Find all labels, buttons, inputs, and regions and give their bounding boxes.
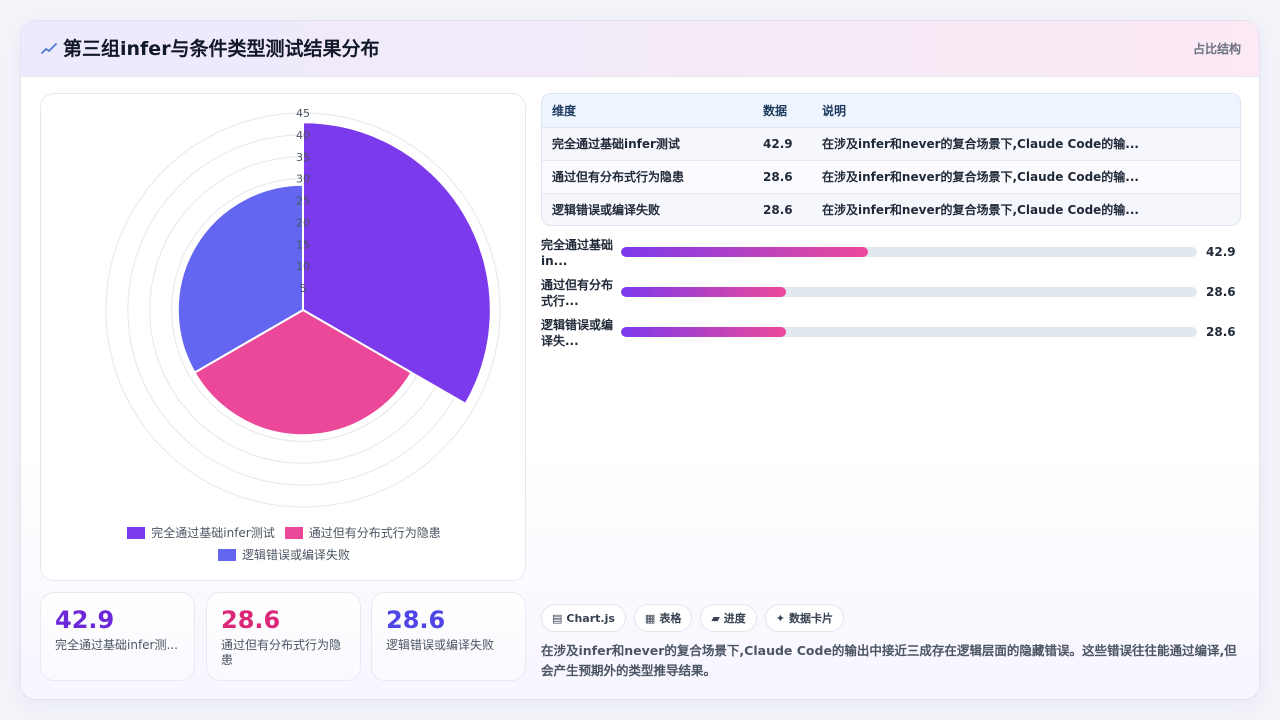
polar-chart-panel: 5 10 15 20 25 30 35 40 45 完全通过基础infer测试 通过但有分布式行… — [40, 93, 526, 581]
section-tag: 占比结构 — [1192, 42, 1241, 56]
polar-slices — [176, 121, 492, 437]
table-icon: ▦ — [644, 611, 656, 625]
chip-progress[interactable]: ▰ 进度 — [700, 604, 757, 632]
legend-item-passed[interactable]: 完全通过基础infer测试 — [127, 522, 275, 544]
stat-value: 28.6 — [221, 606, 281, 634]
table-cell-description: 在涉及infer和never的复合场景下,Claude Code的输... — [812, 160, 1240, 194]
polar-tick-label: 35 — [296, 151, 310, 164]
stat-value: 28.6 — [386, 606, 446, 634]
table-row: 逻辑错误或编译失败 28.6 在涉及infer和never的复合场景下,Clau… — [542, 193, 1240, 225]
progress-fill — [621, 247, 869, 257]
progress-label: 逻辑错误或编 译失... — [541, 318, 614, 348]
legend-label: 通过但有分布式行为隐患 — [308, 526, 441, 540]
table-cell-name: 完全通过基础infer测试 — [542, 127, 753, 161]
progress-fill — [621, 287, 786, 297]
progress-row: 逻辑错误或编 译失... 28.6 — [541, 317, 1241, 349]
chip-label: 进度 — [723, 612, 746, 625]
data-table: 维度 数据 说明 完全通过基础infer测试 42.9 在涉及infer和nev… — [542, 94, 1240, 225]
trend-line-icon — [41, 43, 57, 54]
chip-label: 表格 — [659, 612, 682, 625]
sparkle-icon: ✦ — [775, 611, 786, 625]
chip-table[interactable]: ▦ 表格 — [633, 604, 693, 632]
polar-tick-label: 5 — [300, 282, 307, 295]
legend-label: 完全通过基础infer测试 — [151, 526, 275, 540]
table-cell-description: 在涉及infer和never的复合场景下,Claude Code的输... — [812, 127, 1240, 161]
polar-tick-label: 15 — [296, 238, 310, 251]
progress-row: 完全通过基础 in... 42.9 — [541, 237, 1241, 269]
table-cell-value: 42.9 — [753, 127, 812, 161]
table-row: 完全通过基础infer测试 42.9 在涉及infer和never的复合场景下,… — [542, 127, 1240, 161]
stat-card-hazard: 28.6 通过但有分布式行为隐患 — [206, 592, 361, 681]
page-title: 第三组infer与条件类型测试结果分布 — [63, 38, 380, 60]
stat-card-passed: 42.9 完全通过基础infer测... — [40, 592, 195, 681]
stat-label: 逻辑错误或编译失败 — [386, 638, 495, 652]
progress-fill — [621, 327, 786, 337]
polar-tick-label: 30 — [296, 173, 310, 186]
progress-track — [621, 287, 1197, 297]
progress-label: 通过但有分布 式行... — [541, 278, 614, 308]
legend-item-failed[interactable]: 逻辑错误或编译失败 — [217, 544, 350, 566]
polar-tick-label: 20 — [296, 216, 310, 229]
legend-row-1: 完全通过基础infer测试 通过但有分布式行为隐患 — [41, 522, 525, 544]
legend-swatch — [217, 549, 236, 561]
progress-value: 28.6 — [1206, 325, 1236, 339]
legend-swatch — [127, 527, 146, 539]
stat-value: 42.9 — [55, 606, 115, 634]
polar-area-chart: 5 10 15 20 25 30 35 40 45 — [105, 107, 501, 508]
polar-tick-label: 40 — [296, 129, 310, 142]
table-header-dimension: 维度 — [542, 94, 753, 128]
legend-swatch — [284, 527, 303, 539]
stat-card-failed: 28.6 逻辑错误或编译失败 — [371, 592, 526, 681]
progress-track — [621, 327, 1197, 337]
polar-tick-label: 45 — [296, 107, 310, 120]
data-table-panel: 维度 数据 说明 完全通过基础infer测试 42.9 在涉及infer和nev… — [541, 93, 1241, 226]
table-cell-description: 在涉及infer和never的复合场景下,Claude Code的输... — [822, 203, 1139, 218]
chip-data-card[interactable]: ✦ 数据卡片 — [764, 604, 845, 632]
feature-chips: ▤ Chart.js ▦ 表格 ▰ 进度 ✦ 数据卡片 — [541, 604, 845, 632]
progress-value: 42.9 — [1206, 245, 1236, 259]
chip-chartjs[interactable]: ▤ Chart.js — [541, 604, 626, 632]
polar-tick-label: 25 — [296, 195, 310, 208]
table-cell-name: 逻辑错误或编译失败 — [552, 203, 661, 218]
legend-item-hazard[interactable]: 通过但有分布式行为隐患 — [284, 522, 441, 544]
progress-value: 28.6 — [1206, 285, 1236, 299]
dashboard-card: 第三组infer与条件类型测试结果分布 占比结构 5 10 15 20 25 30 35 40… — [20, 20, 1260, 700]
chart-icon: ▤ — [552, 611, 563, 625]
polar-tick-label: 10 — [296, 260, 310, 273]
chip-label: Chart.js — [566, 611, 615, 625]
table-cell-name: 通过但有分布式行为隐患 — [542, 160, 753, 194]
chip-label: 数据卡片 — [789, 612, 834, 625]
table-header-description: 说明 — [812, 94, 1240, 128]
card-header: 第三组infer与条件类型测试结果分布 占比结构 — [21, 21, 1259, 77]
table-header-row: 维度 数据 说明 — [542, 94, 1240, 128]
stat-label: 通过但有分布式行为隐患 — [221, 638, 342, 667]
legend-label: 逻辑错误或编译失败 — [241, 548, 350, 562]
legend-row-2: 逻辑错误或编译失败 — [41, 544, 525, 566]
polar-tick-labels: 5 10 15 20 25 30 35 40 45 — [296, 107, 310, 295]
table-cell-value: 28.6 — [763, 202, 793, 217]
stat-label: 完全通过基础infer测... — [55, 638, 178, 652]
table-cell-value: 28.6 — [753, 160, 812, 194]
table-row: 通过但有分布式行为隐患 28.6 在涉及infer和never的复合场景下,Cl… — [542, 160, 1240, 194]
progress-icon: ▰ — [711, 611, 720, 625]
progress-row: 通过但有分布 式行... 28.6 — [541, 277, 1241, 309]
summary-note: 在涉及infer和never的复合场景下,Claude Code的输出中接近三成… — [541, 643, 1237, 678]
progress-label: 完全通过基础 in... — [541, 238, 614, 268]
table-header-data: 数据 — [753, 94, 812, 128]
progress-track — [621, 247, 1197, 257]
chart-legend: 完全通过基础infer测试 通过但有分布式行为隐患 逻辑错误或编译失败 — [41, 522, 525, 566]
